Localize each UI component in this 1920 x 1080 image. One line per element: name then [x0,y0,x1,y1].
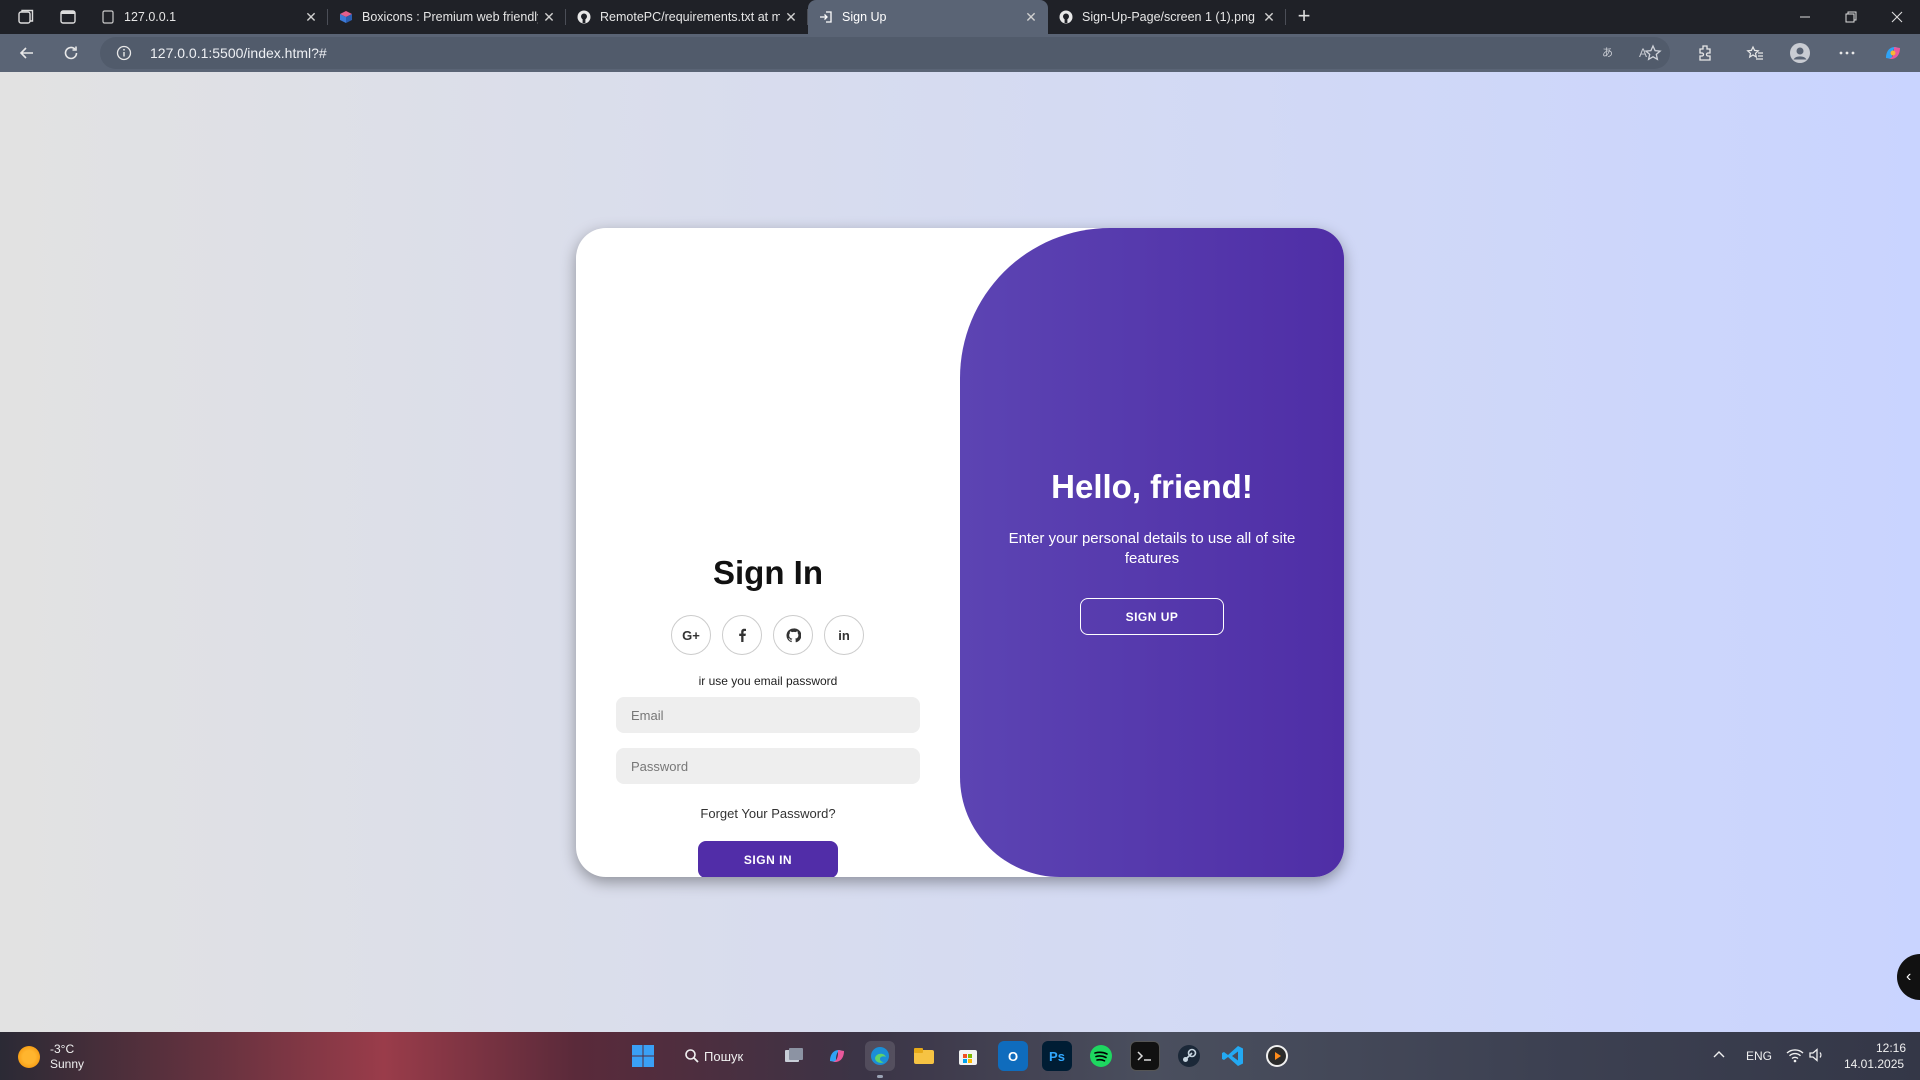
close-tab-icon[interactable]: ✕ [300,6,322,28]
close-tab-icon[interactable]: ✕ [1020,6,1042,28]
browser-tab[interactable]: Sign-Up-Page/screen 1 (1).png at ✕ [1048,0,1286,34]
vscode-icon[interactable] [1218,1041,1248,1071]
clock-date[interactable]: 14.01.2025 [1844,1057,1904,1071]
browser-tab-active[interactable]: Sign Up ✕ [808,0,1048,34]
steam-icon[interactable] [1174,1041,1204,1071]
file-explorer-icon[interactable] [909,1041,939,1071]
password-field[interactable] [616,748,920,784]
sun-icon [18,1046,40,1068]
close-window-icon[interactable] [1874,0,1920,34]
search-label: Пошук [704,1048,744,1064]
page-viewport: Sign In G+ in ir use you email password … [0,72,1920,1032]
browser-tab[interactable]: 127.0.0.1 ✕ [90,0,328,34]
favorite-star-icon[interactable] [1638,39,1668,67]
close-tab-icon[interactable]: ✕ [780,6,802,28]
close-tab-icon[interactable]: ✕ [1258,6,1280,28]
boxicons-icon [338,9,354,25]
search-icon [685,1049,699,1063]
linkedin-icon[interactable]: in [824,615,864,655]
back-icon[interactable] [12,39,42,67]
photoshop-icon[interactable]: Ps [1042,1041,1072,1071]
github-icon[interactable] [773,615,813,655]
weather-temp: -3°C [50,1042,75,1056]
tab-title: Sign-Up-Page/screen 1 (1).png at [1082,10,1258,24]
terminal-icon[interactable] [1130,1041,1160,1071]
favorites-icon[interactable] [1740,39,1770,67]
media-player-icon[interactable] [1262,1041,1292,1071]
active-app-indicator [877,1075,883,1078]
social-icons: G+ in [671,615,864,655]
tab-title: RemotePC/requirements.txt at ma [600,10,780,24]
close-tab-icon[interactable]: ✕ [538,6,560,28]
facebook-icon[interactable] [722,615,762,655]
browser-tab[interactable]: RemotePC/requirements.txt at ma ✕ [566,0,808,34]
address-bar[interactable]: 127.0.0.1:5500/index.html?# A あ [100,37,1670,69]
browser-tab[interactable]: Boxicons : Premium web friendly i ✕ [328,0,566,34]
site-info-icon[interactable] [116,45,132,66]
tab-actions-icon[interactable] [58,7,78,27]
google-plus-icon[interactable]: G+ [671,615,711,655]
signin-arrow-icon [818,9,834,25]
workspaces-icon[interactable] [16,7,36,27]
volume-icon[interactable] [1808,1047,1826,1068]
copilot-icon[interactable] [1878,39,1908,67]
spotify-icon[interactable] [1086,1041,1116,1071]
hello-text: Enter your personal details to use all o… [1008,530,1296,567]
tab-title: Sign Up [842,10,887,24]
restore-icon[interactable] [1828,0,1874,34]
url-text: 127.0.0.1:5500/index.html?# [150,45,327,61]
chevron-left-icon[interactable]: ‹ [1897,954,1920,1000]
outlook-icon[interactable]: O [998,1041,1028,1071]
windows-taskbar: -3°C Sunny Пошук O Ps ENG 12:16 14.01.20… [0,1032,1920,1080]
tab-title: 127.0.0.1 [124,10,177,24]
toggle-panel: Hello, friend! Enter your personal detai… [960,228,1344,877]
taskbar-search[interactable]: Пошук [684,1041,743,1071]
email-field[interactable] [616,697,920,733]
auth-card: Sign In G+ in ir use you email password … [576,228,1344,877]
signin-form: Sign In G+ in ir use you email password … [576,228,960,877]
browser-toolbar: 127.0.0.1:5500/index.html?# A あ [0,34,1920,72]
signin-button[interactable]: SIGN IN [698,841,838,877]
language-indicator[interactable]: ENG [1746,1049,1772,1063]
task-view-icon[interactable] [779,1041,809,1071]
alternative-login-text: ir use you email password [698,674,838,688]
github-icon [1058,9,1074,25]
browser-tab-bar: 127.0.0.1 ✕ Boxicons : Premium web frien… [0,0,1920,34]
refresh-icon[interactable] [56,39,86,67]
forgot-password-link[interactable]: Forget Your Password? [576,806,960,821]
page-icon [100,9,116,25]
minimize-icon[interactable] [1782,0,1828,34]
hello-title: Hello, friend! [1051,468,1253,505]
new-tab-icon[interactable]: + [1294,5,1314,27]
weather-widget[interactable]: -3°C Sunny [18,1042,84,1072]
extensions-icon[interactable] [1690,39,1720,67]
signup-button[interactable]: SIGN UP [1080,598,1224,635]
microsoft-store-icon[interactable] [953,1041,983,1071]
more-options-icon[interactable] [1832,39,1862,67]
wifi-icon[interactable] [1786,1047,1804,1068]
weather-desc: Sunny [50,1057,85,1071]
github-icon [576,9,592,25]
tab-title: Boxicons : Premium web friendly i [362,10,538,24]
show-hidden-icons[interactable] [1712,1048,1726,1067]
copilot-app-icon[interactable] [822,1041,852,1071]
translate-icon[interactable]: あ [1602,44,1620,65]
signin-title: Sign In [713,554,823,591]
svg-text:あ: あ [1602,46,1613,59]
windows-start-icon[interactable] [628,1041,658,1071]
edge-browser-icon[interactable] [865,1041,895,1071]
clock-time[interactable]: 12:16 [1876,1041,1906,1055]
profile-avatar-icon[interactable] [1785,39,1815,67]
